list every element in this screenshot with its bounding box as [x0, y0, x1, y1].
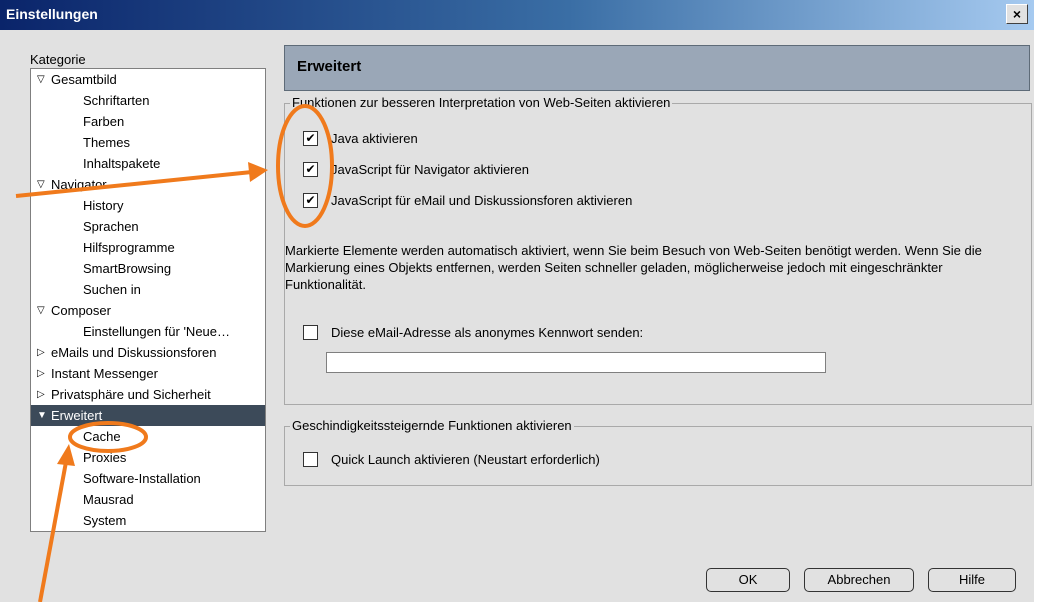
tree-item[interactable]: Mausrad: [31, 489, 265, 510]
tree-item-label: Inhaltspakete: [83, 156, 161, 171]
tree-item[interactable]: ▷ Privatsphäre und Sicherheit: [31, 384, 265, 405]
tree-item-label: Themes: [83, 135, 130, 150]
tree-item[interactable]: Inhaltspakete: [31, 153, 265, 174]
category-label: Kategorie: [30, 52, 86, 67]
tree-item[interactable]: SmartBrowsing: [31, 258, 265, 279]
tree-item[interactable]: ▽ Composer: [31, 300, 265, 321]
tree-item-label: Gesamtbild: [51, 72, 117, 87]
tree-item[interactable]: ▼ Erweitert: [31, 405, 265, 426]
tree-item-label: System: [83, 513, 127, 528]
tree-item[interactable]: Farben: [31, 111, 265, 132]
expanded-triangle-icon[interactable]: ▽: [37, 69, 45, 90]
javascript-mail-checkbox[interactable]: ✔: [303, 193, 318, 208]
tree-item[interactable]: Themes: [31, 132, 265, 153]
tree-item-label: Einstellungen für 'Neue…: [83, 324, 231, 339]
tree-item-label: Composer: [51, 303, 111, 318]
tree-item-label: Erweitert: [51, 408, 103, 423]
close-button[interactable]: ×: [1006, 4, 1028, 24]
collapsed-triangle-icon[interactable]: ▷: [37, 342, 45, 363]
tree-item-label: Cache: [83, 429, 121, 444]
tree-item-label: Schriftarten: [83, 93, 150, 108]
expanded-triangle-icon[interactable]: ▽: [37, 174, 45, 195]
tree-item[interactable]: Proxies: [31, 447, 265, 468]
quick-launch-label: Quick Launch aktivieren (Neustart erford…: [331, 452, 600, 467]
window-title: Einstellungen: [6, 6, 98, 22]
tree-item[interactable]: ▷ eMails und Diskussionsforen: [31, 342, 265, 363]
tree-item-label: SmartBrowsing: [83, 261, 172, 276]
tree-item-label: eMails und Diskussionsforen: [51, 345, 217, 360]
tree-item[interactable]: Einstellungen für 'Neue…: [31, 321, 265, 342]
tree-item[interactable]: Schriftarten: [31, 90, 265, 111]
anonymous-email-label: Diese eMail-Adresse als anonymes Kennwor…: [331, 325, 644, 340]
tree-item[interactable]: ▽ Gesamtbild: [31, 69, 265, 90]
collapsed-triangle-icon[interactable]: ▷: [37, 363, 45, 384]
tree-item-label: Privatsphäre und Sicherheit: [51, 387, 211, 402]
tree-item-label: Farben: [83, 114, 125, 129]
help-button[interactable]: Hilfe: [928, 568, 1016, 592]
category-tree[interactable]: ▽ Gesamtbild Schriftarten Farben Themes Inhal…: [30, 68, 266, 532]
tree-item[interactable]: Hilfsprogramme: [31, 237, 265, 258]
collapsed-triangle-icon[interactable]: ▷: [37, 384, 45, 405]
tree-item[interactable]: Cache: [31, 426, 265, 447]
tree-item[interactable]: ▷ Instant Messenger: [31, 363, 265, 384]
preferences-window: Einstellungen × Kategorie ▽ Gesamtbild Sch…: [0, 0, 1034, 602]
tree-item[interactable]: Software-Installation: [31, 468, 265, 489]
tree-item-label: Software-Installation: [83, 471, 201, 486]
tree-item-label: History: [83, 198, 124, 213]
tree-item[interactable]: ▽ Navigator: [31, 174, 265, 195]
javascript-mail-label: JavaScript für eMail und Diskussionsfore…: [331, 193, 633, 208]
javascript-navigator-label: JavaScript für Navigator aktivieren: [331, 162, 529, 177]
tree-item-label: Sprachen: [83, 219, 139, 234]
java-label: Java aktivieren: [331, 131, 418, 146]
tree-item-label: Navigator: [51, 177, 107, 192]
expanded-triangle-icon[interactable]: ▽: [37, 300, 45, 321]
tree-item-label: Instant Messenger: [51, 366, 158, 381]
panel-title: Erweitert: [297, 58, 362, 75]
expanded-triangle-icon[interactable]: ▼: [37, 405, 47, 426]
quick-launch-checkbox[interactable]: [303, 452, 318, 467]
javascript-navigator-checkbox[interactable]: ✔: [303, 162, 318, 177]
anonymous-email-checkbox[interactable]: [303, 325, 318, 340]
tree-item[interactable]: System: [31, 510, 265, 531]
tree-item-label: Suchen in: [83, 282, 141, 297]
java-checkbox[interactable]: ✔: [303, 131, 318, 146]
description-text: Markierte Elemente werden automatisch ak…: [285, 243, 982, 292]
title-bar[interactable]: Einstellungen ×: [0, 0, 1034, 30]
tree-item-label: Mausrad: [83, 492, 134, 507]
cancel-button[interactable]: Abbrechen: [804, 568, 914, 592]
anonymous-email-input[interactable]: [326, 352, 826, 373]
tree-item-label: Proxies: [83, 450, 127, 465]
ok-button[interactable]: OK: [706, 568, 790, 592]
tree-item-label: Hilfsprogramme: [83, 240, 175, 255]
tree-item[interactable]: Sprachen: [31, 216, 265, 237]
speed-features-legend: Geschindigkeitssteigernde Funktionen akt…: [290, 418, 574, 433]
tree-item[interactable]: Suchen in: [31, 279, 265, 300]
panel-header: Erweitert: [284, 45, 1030, 91]
web-features-legend: Funktionen zur besseren Interpretation v…: [290, 95, 673, 110]
tree-item[interactable]: History: [31, 195, 265, 216]
